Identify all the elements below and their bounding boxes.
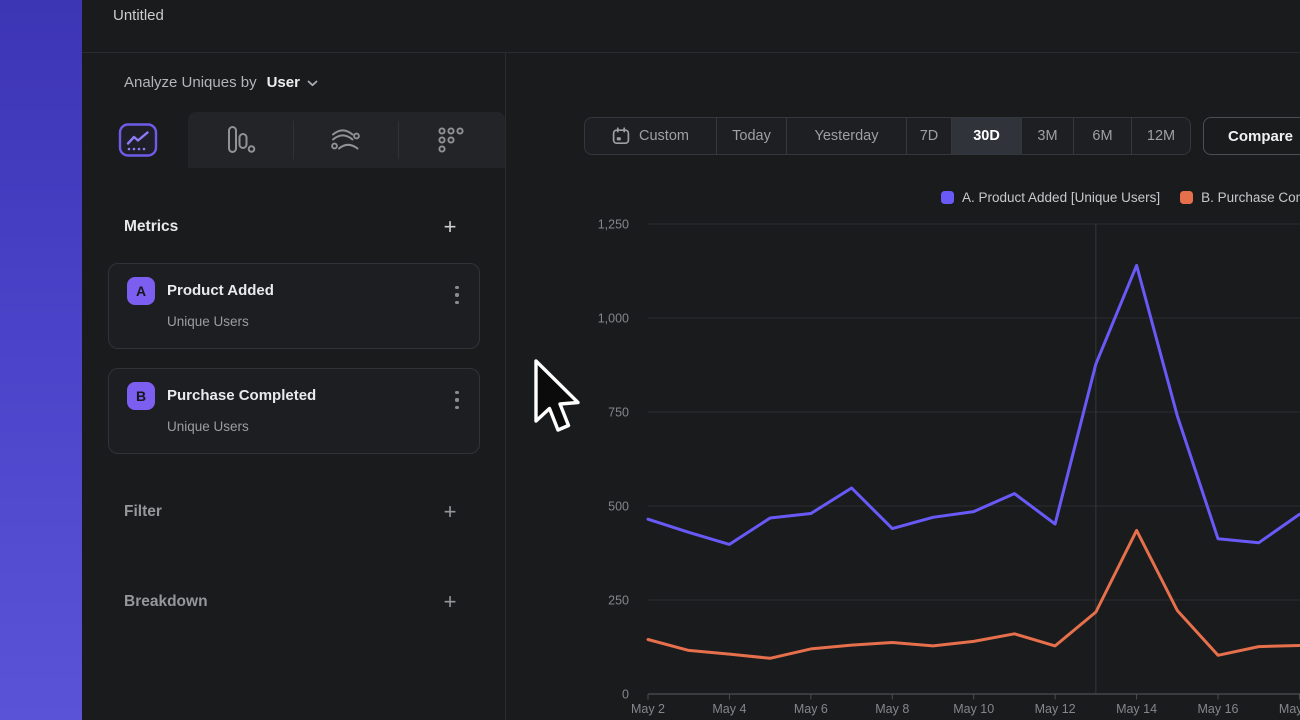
svg-text:May 10: May 10 bbox=[953, 702, 994, 716]
svg-text:0: 0 bbox=[622, 688, 629, 702]
svg-text:May 4: May 4 bbox=[712, 702, 746, 716]
svg-text:250: 250 bbox=[608, 594, 629, 608]
svg-text:May 2: May 2 bbox=[631, 702, 665, 716]
svg-text:May 16: May 16 bbox=[1197, 702, 1238, 716]
screen: Untitled Analyze Uniques by User bbox=[0, 0, 1300, 720]
svg-text:May 18: May 18 bbox=[1279, 702, 1300, 716]
svg-text:1,000: 1,000 bbox=[598, 312, 629, 326]
svg-text:750: 750 bbox=[608, 406, 629, 420]
line-chart[interactable]: 0 250 500 750 1,000 1,250 May 2 May 4 May 6 May 8… bbox=[0, 0, 1300, 720]
svg-text:May 8: May 8 bbox=[875, 702, 909, 716]
svg-text:1,250: 1,250 bbox=[598, 218, 629, 232]
svg-text:May 14: May 14 bbox=[1116, 702, 1157, 716]
svg-text:May 12: May 12 bbox=[1035, 702, 1076, 716]
svg-text:May 6: May 6 bbox=[794, 702, 828, 716]
svg-text:500: 500 bbox=[608, 500, 629, 514]
